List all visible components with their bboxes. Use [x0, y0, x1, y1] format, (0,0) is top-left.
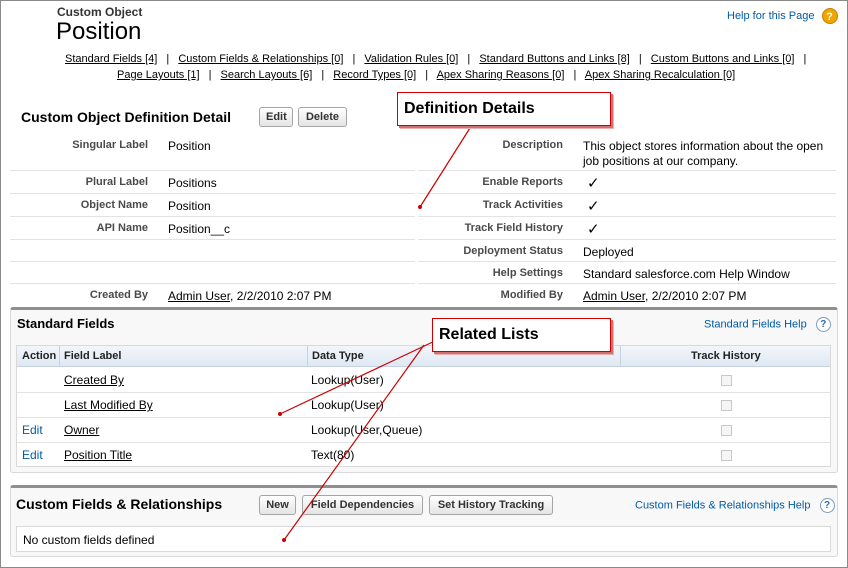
related-arrow-1 [279, 339, 438, 415]
definition-arrow-dot [418, 205, 422, 209]
definition-details-callout: Definition Details [397, 92, 611, 126]
related-lists-callout: Related Lists [432, 318, 611, 352]
annotation-arrows [278, 127, 471, 542]
related-arrow-2 [283, 344, 425, 541]
definition-arrow [419, 127, 471, 208]
related-arrow-dot-2 [282, 538, 286, 542]
related-arrow-dot-1 [278, 412, 282, 416]
